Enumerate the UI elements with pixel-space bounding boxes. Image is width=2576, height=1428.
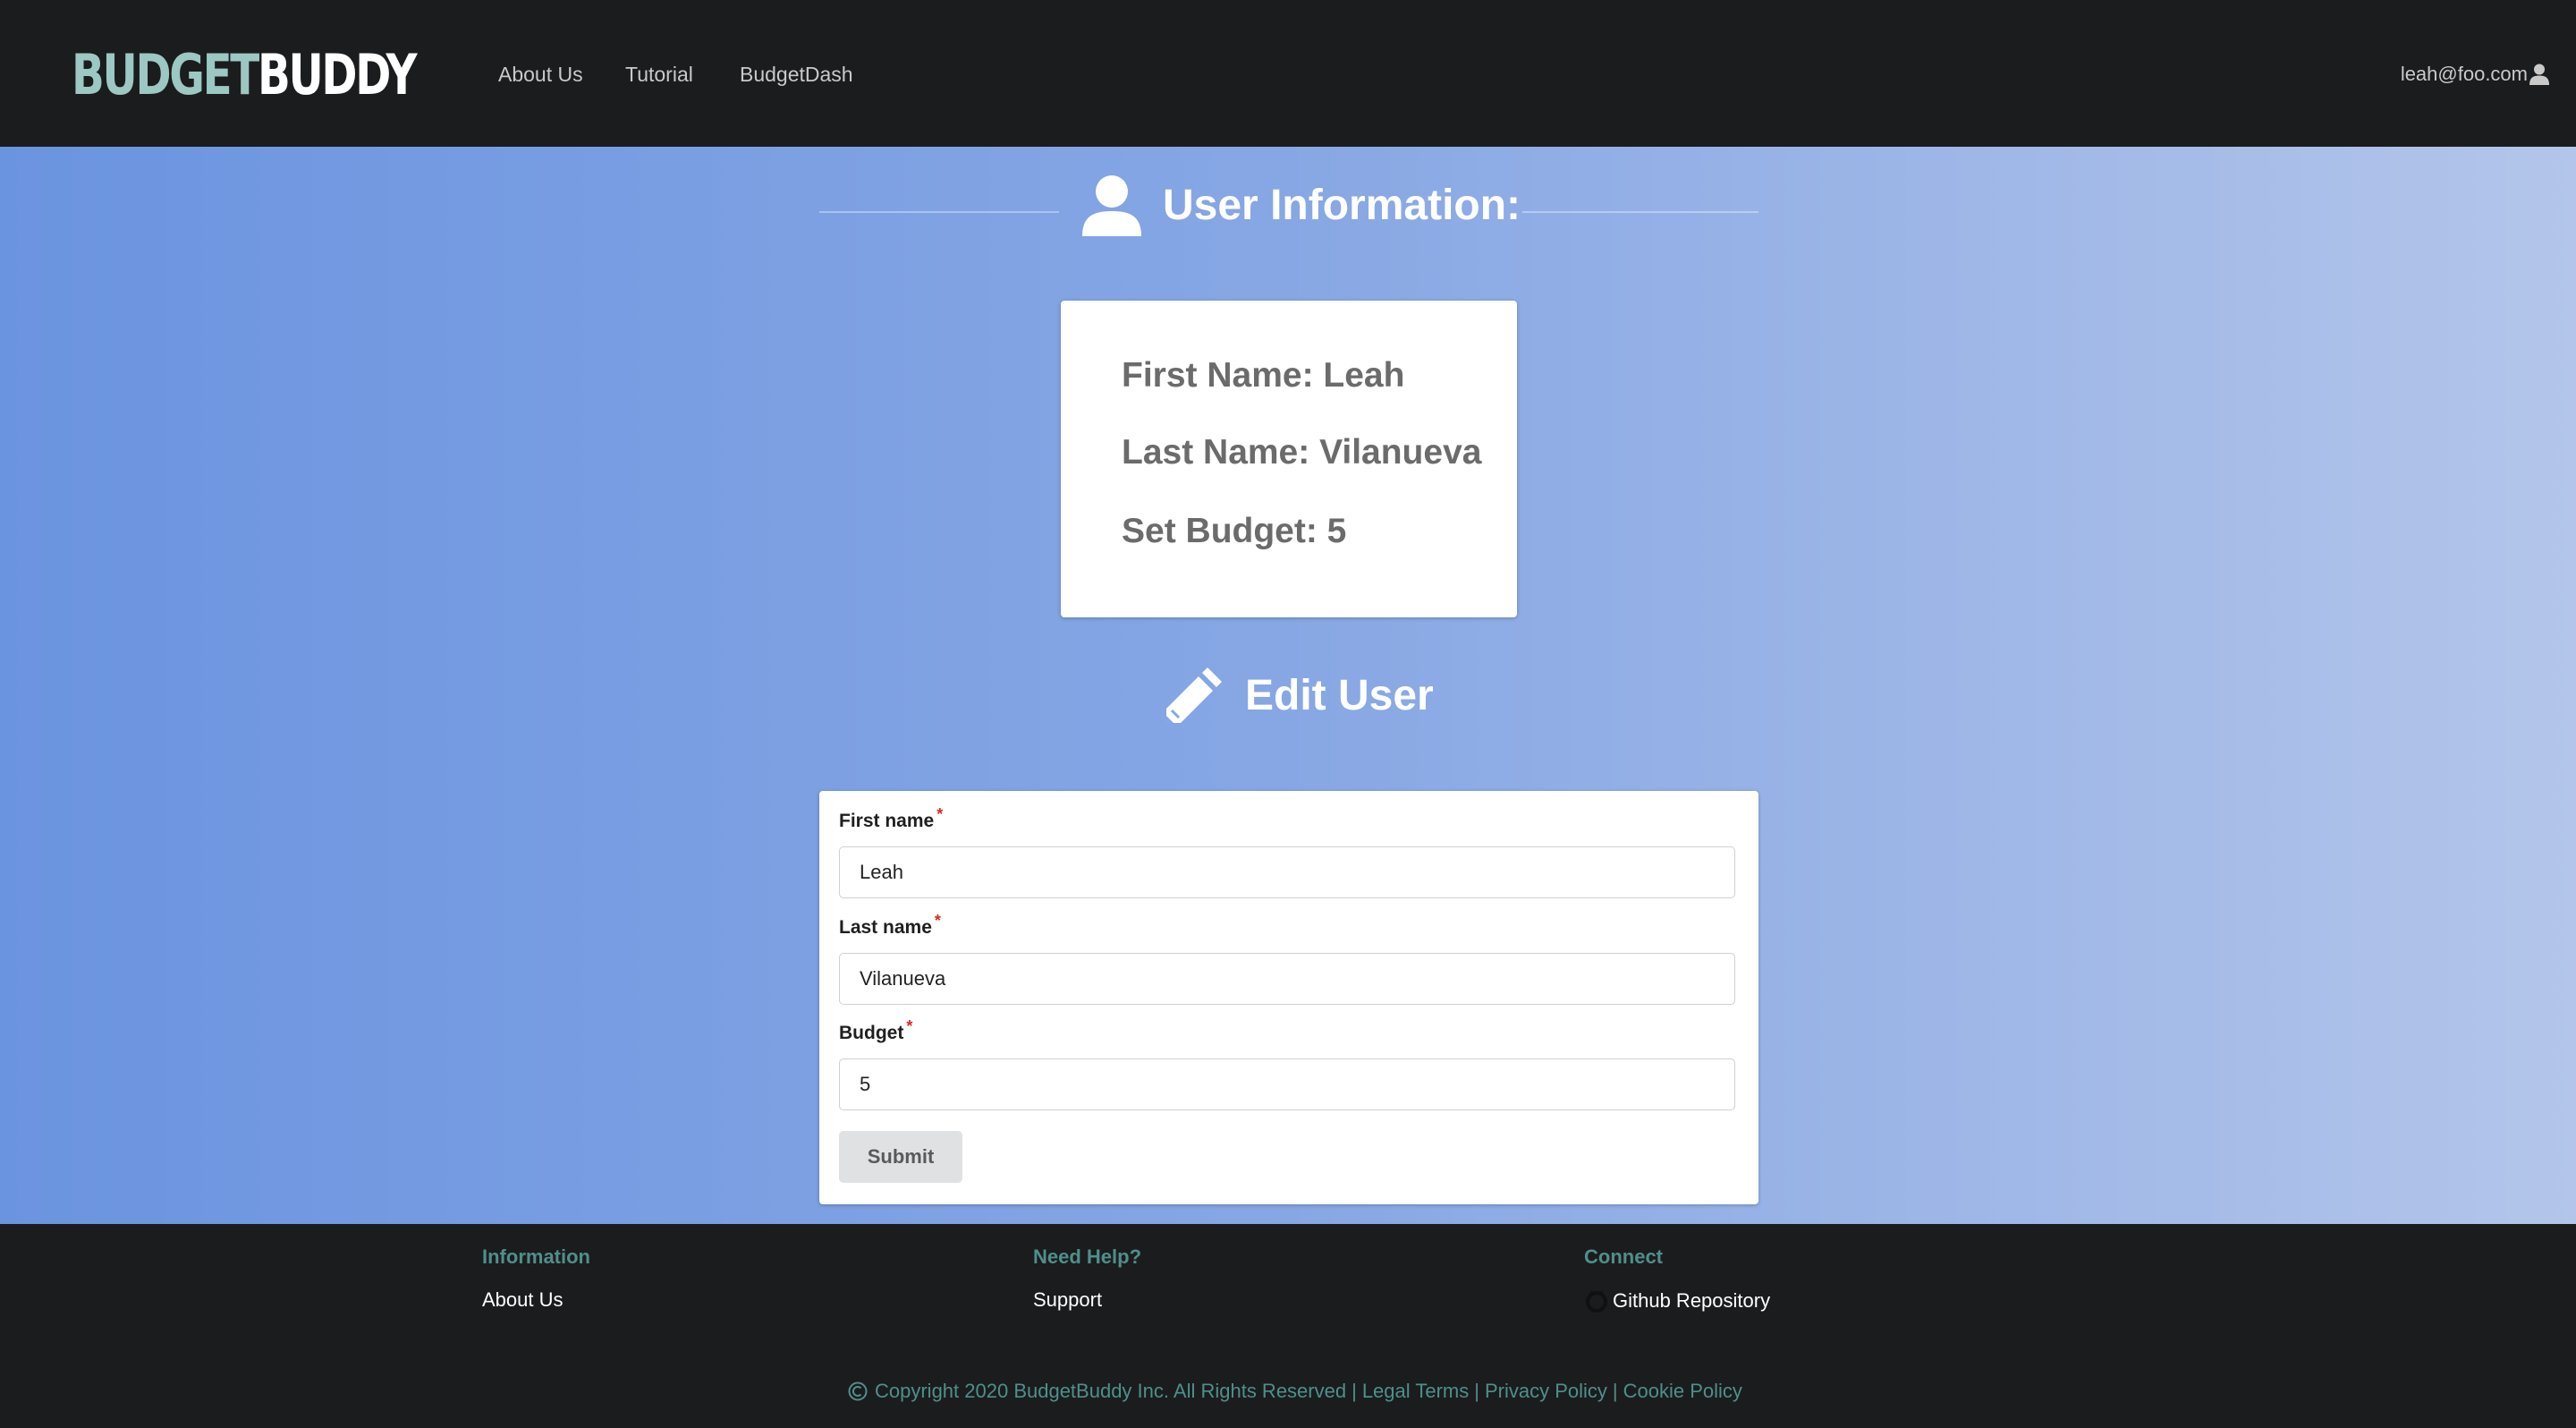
submit-button[interactable]: Submit [839,1131,962,1183]
required-marker: * [906,1017,913,1035]
edit-user-title: Edit User [1245,671,1434,719]
separator: | [1352,1380,1357,1402]
footer-link-github[interactable]: Github Repository [1584,1288,1770,1313]
first-name-input[interactable] [839,846,1735,898]
budget-label: Budget * [839,1017,913,1043]
copyright-icon [848,1381,868,1401]
edit-user-form: First name* Last name* Budget* Submit [819,791,1758,1204]
footer: Information About Us Need Help? Support … [0,1224,2576,1428]
info-first-name: First Name: Leah [1122,356,1405,395]
user-info-card: First Name: Leah Last Name: Vilanueva Se… [1061,301,1517,617]
required-marker: * [934,912,941,930]
logo[interactable]: BUDGET BUDDY [72,41,418,107]
user-info-title: User Information: [1163,181,1521,229]
footer-heading-need-help: Need Help? [1033,1245,1142,1268]
privacy-policy-link[interactable]: Privacy Policy [1485,1380,1607,1403]
user-info-heading: User Information: [1080,174,1521,236]
copyright-text: Copyright 2020 BudgetBuddy Inc. All Righ… [875,1380,1347,1402]
copyright-bar: Copyright 2020 BudgetBuddy Inc. All Righ… [848,1380,1742,1403]
logo-part-buddy: BUDDY [257,41,418,107]
pencil-icon [1166,667,1222,723]
last-name-label: Last name * [839,912,941,938]
separator: | [1474,1380,1479,1402]
top-nav: BUDGET BUDDY About Us Tutorial BudgetDash… [0,0,2576,147]
user-menu[interactable]: leah@foo.com [2401,59,2549,89]
user-icon [1082,175,1141,236]
edit-user-heading: Edit User [1163,664,1434,727]
github-link-label: Github Repository [1613,1289,1771,1312]
budget-input[interactable] [839,1058,1735,1110]
info-set-budget: Set Budget: 5 [1122,512,1347,550]
footer-link-support[interactable]: Support [1033,1288,1102,1312]
footer-heading-information: Information [482,1245,590,1268]
github-icon [1586,1290,1607,1313]
nav-budgetdash[interactable]: BudgetDash [740,59,853,89]
logo-part-budget: BUDGET [72,41,259,107]
first-name-label: First name * [839,805,944,831]
legal-terms-link[interactable]: Legal Terms [1362,1380,1469,1403]
last-name-input[interactable] [839,953,1735,1005]
heading-divider-right [1522,211,1758,213]
main-content: User Information: First Name: Leah Last … [0,147,2576,1224]
cookie-policy-link[interactable]: Cookie Policy [1623,1380,1742,1403]
user-email: leah@foo.com [2400,63,2528,85]
user-icon [2529,64,2549,85]
footer-heading-connect: Connect [1584,1245,1663,1268]
separator: | [1612,1380,1618,1402]
nav-tutorial[interactable]: Tutorial [625,59,693,89]
required-marker: * [936,805,944,823]
footer-link-about-us[interactable]: About Us [482,1288,564,1312]
heading-divider-left [819,211,1059,213]
info-last-name: Last Name: Vilanueva [1122,433,1482,472]
nav-about-us[interactable]: About Us [498,59,583,89]
